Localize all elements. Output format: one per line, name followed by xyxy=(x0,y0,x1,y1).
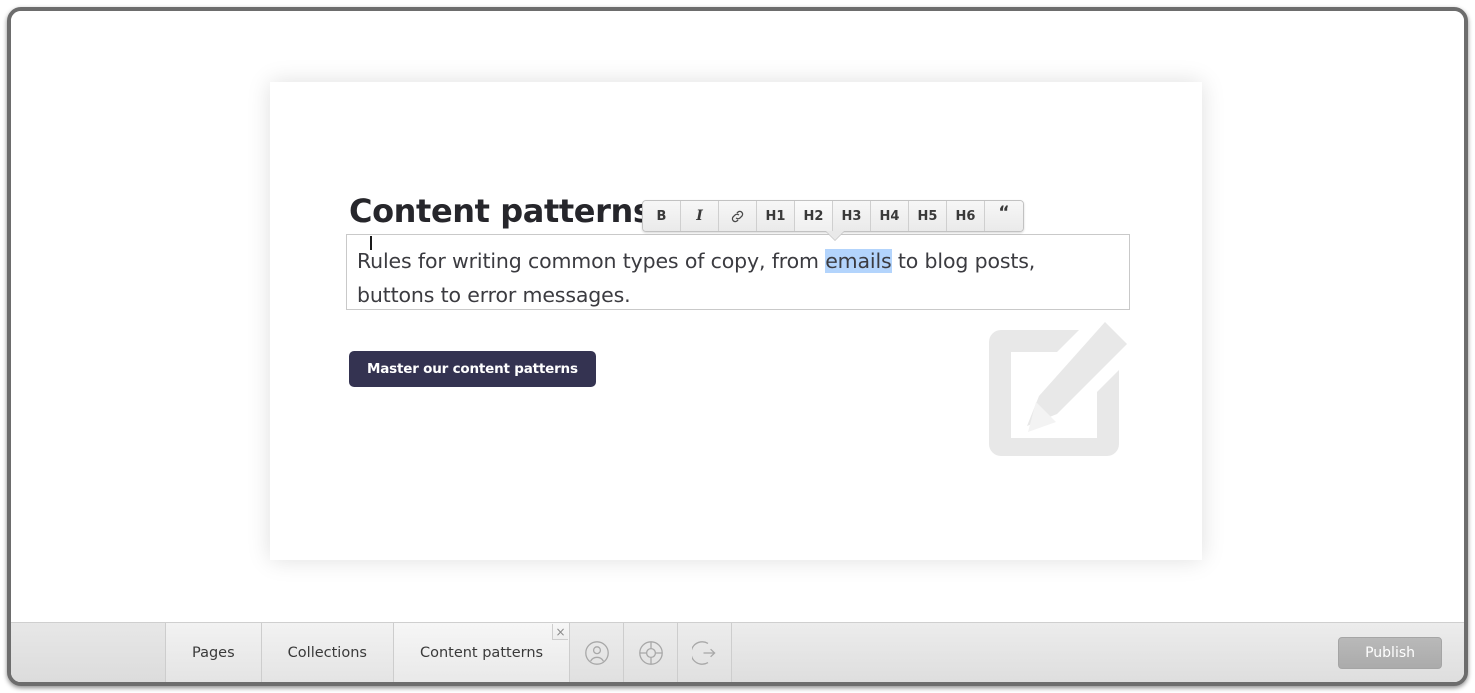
heading-1-button-label: H1 xyxy=(765,208,786,224)
publish-button[interactable]: Publish xyxy=(1338,636,1442,669)
heading-1-button[interactable]: H1 xyxy=(757,201,795,231)
page-title: Content patterns xyxy=(349,192,652,230)
tab-strip: Pages Collections Content patterns × xyxy=(166,623,571,682)
window-content: Content patterns Rules for writing commo… xyxy=(11,11,1464,682)
heading-3-button-label: H3 xyxy=(841,208,862,224)
edit-pencil-square-icon xyxy=(979,322,1129,467)
account-icon[interactable] xyxy=(570,623,625,682)
tab-content-patterns-label: Content patterns xyxy=(419,644,544,661)
application-window: Content patterns Rules for writing commo… xyxy=(7,7,1468,686)
bottom-icon-group xyxy=(570,623,733,682)
tab-pages[interactable]: Pages xyxy=(166,623,262,682)
editor-canvas: Content patterns Rules for writing commo… xyxy=(11,11,1464,623)
lifebuoy-help-icon[interactable] xyxy=(624,623,679,682)
bold-button-label: B xyxy=(656,208,667,224)
heading-2-button-label: H2 xyxy=(803,208,824,224)
blockquote-button-label: “ xyxy=(998,202,1010,223)
bottom-toolbar: Pages Collections Content patterns × Publis… xyxy=(11,622,1464,682)
toolbar-pointer-caret xyxy=(826,231,844,240)
bold-button[interactable]: B xyxy=(643,201,681,231)
close-icon[interactable]: × xyxy=(552,624,569,640)
tab-pages-label: Pages xyxy=(192,644,235,661)
text-cursor xyxy=(370,236,372,250)
heading-6-button[interactable]: H6 xyxy=(947,201,985,231)
screen-root: Content patterns Rules for writing commo… xyxy=(0,0,1475,693)
heading-4-button[interactable]: H4 xyxy=(871,201,909,231)
selected-text: emails xyxy=(825,249,892,273)
rich-text-editor[interactable]: Rules for writing common types of copy, … xyxy=(346,234,1130,310)
tab-content-patterns[interactable]: Content patterns × xyxy=(393,623,571,682)
page-card: Content patterns Rules for writing commo… xyxy=(270,82,1202,560)
heading-6-button-label: H6 xyxy=(955,208,976,224)
blockquote-button[interactable]: “ xyxy=(985,201,1023,231)
heading-5-button-label: H5 xyxy=(917,208,938,224)
master-content-patterns-button[interactable]: Master our content patterns xyxy=(349,351,596,387)
link-icon[interactable] xyxy=(719,201,757,231)
heading-2-button[interactable]: H2 xyxy=(795,201,833,231)
tab-collections-label: Collections xyxy=(287,644,367,661)
bottom-bar-left-spacer xyxy=(11,623,166,682)
body-paragraph[interactable]: Rules for writing common types of copy, … xyxy=(357,244,1117,312)
bottom-bar-spacer xyxy=(732,623,1338,682)
formatting-toolbar[interactable]: B I H1 H2 H3 H4 H5 H6 “ xyxy=(642,200,1024,232)
sign-out-icon[interactable] xyxy=(678,623,733,682)
publish-area: Publish xyxy=(1338,623,1464,682)
italic-button[interactable]: I xyxy=(681,201,719,231)
italic-button-label: I xyxy=(696,208,703,224)
heading-5-button[interactable]: H5 xyxy=(909,201,947,231)
body-text-before: Rules for writing common types of copy, … xyxy=(357,249,826,273)
heading-4-button-label: H4 xyxy=(879,208,900,224)
heading-3-button[interactable]: H3 xyxy=(833,201,871,231)
tab-collections[interactable]: Collections xyxy=(261,623,394,682)
